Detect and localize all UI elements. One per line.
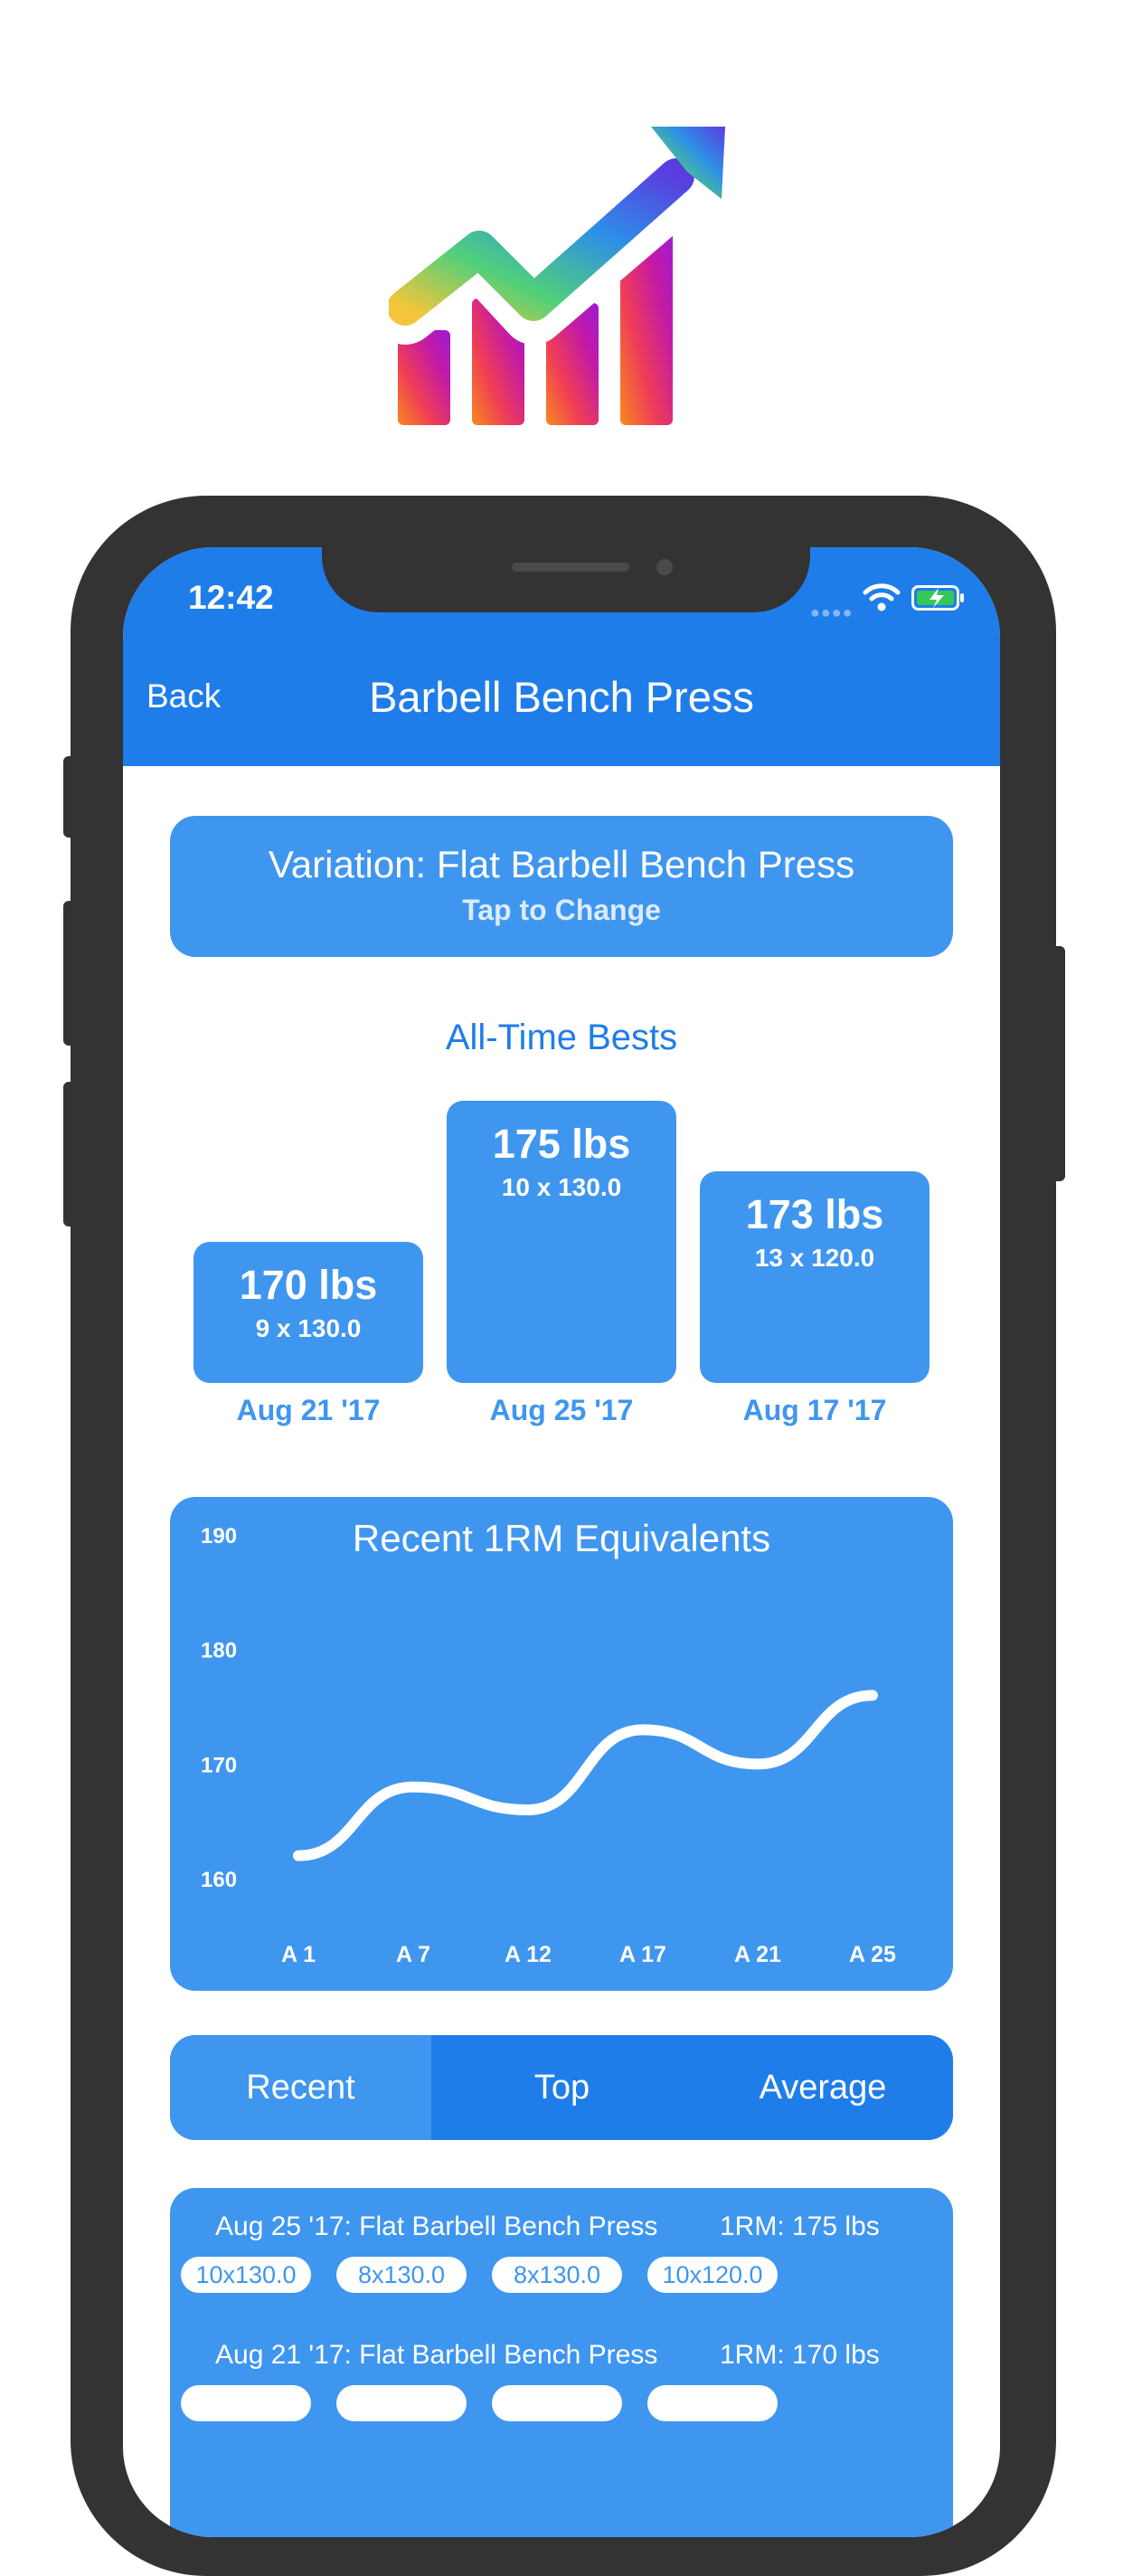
front-camera xyxy=(656,559,673,575)
all-time-bests-heading: All-Time Bests xyxy=(445,1018,678,1057)
set-chip xyxy=(647,2385,778,2421)
best-bar[interactable]: 170 lbs 9 x 130.0 xyxy=(193,1242,423,1383)
best-reps: 10 x 130.0 xyxy=(501,1173,622,1201)
one-rm-chart: Recent 1RM Equivalents 190 180 170 160 A 1 A … xyxy=(170,1497,953,1991)
best-reps: 9 x 130.0 xyxy=(255,1314,362,1342)
x-tick-label: A 12 xyxy=(505,1942,552,1967)
speaker-grille xyxy=(512,563,629,572)
best-date: Aug 17 '17 xyxy=(742,1394,887,1426)
history-entry-1rm: 1RM: 175 lbs xyxy=(720,2211,880,2241)
set-chip xyxy=(492,2385,622,2421)
chart-title: Recent 1RM Equivalents xyxy=(353,1517,770,1559)
tab-recent[interactable]: Recent xyxy=(170,2035,431,2140)
best-date: Aug 21 '17 xyxy=(236,1394,381,1426)
tab-top[interactable]: Top xyxy=(431,2035,693,2140)
y-tick-label: 170 xyxy=(201,1753,237,1777)
set-chip xyxy=(181,2385,311,2421)
variation-button[interactable]: Variation: Flat Barbell Bench Press Tap … xyxy=(170,816,953,957)
x-tick-label: A 21 xyxy=(734,1942,781,1967)
y-tick-label: 190 xyxy=(201,1524,237,1548)
best-bar[interactable]: 175 lbs 10 x 130.0 xyxy=(447,1101,676,1383)
history-entry-title: Aug 25 '17: Flat Barbell Bench Press xyxy=(215,2211,658,2241)
series-line xyxy=(293,1690,878,1861)
best-weight: 175 lbs xyxy=(492,1121,631,1167)
set-chip: 8x130.0 xyxy=(336,2257,467,2293)
set-chip: 10x130.0 xyxy=(181,2257,311,2293)
status-time: 12:42 xyxy=(188,579,274,616)
variation-title: Variation: Flat Barbell Bench Press xyxy=(268,843,855,886)
best-weight: 170 lbs xyxy=(239,1262,378,1308)
phone-screen: 12:42 ●●●● Back Barbell Bench Press Vari… xyxy=(123,547,1000,2537)
x-tick-label: A 1 xyxy=(281,1942,316,1967)
workout-history-list: Aug 25 '17: Flat Barbell Bench Press 1RM… xyxy=(170,2188,953,2537)
best-bar[interactable]: 173 lbs 13 x 120.0 xyxy=(700,1171,930,1383)
app-logo-icon xyxy=(389,127,725,425)
x-tick-label: A 7 xyxy=(396,1942,430,1967)
line-chart: Recent 1RM Equivalents 190 180 170 160 A 1 A … xyxy=(201,1517,896,1967)
x-tick-label: A 17 xyxy=(619,1942,666,1967)
best-date: Aug 25 '17 xyxy=(489,1394,634,1426)
set-chip xyxy=(336,2385,467,2421)
wifi-icon xyxy=(863,583,901,611)
x-tick-label: A 25 xyxy=(849,1942,896,1967)
y-tick-label: 160 xyxy=(201,1868,237,1892)
variation-subtitle: Tap to Change xyxy=(462,894,661,926)
segmented-control: Recent Top Average xyxy=(170,2035,953,2140)
history-entry-1rm: 1RM: 170 lbs xyxy=(720,2340,880,2370)
battery-charging-icon xyxy=(911,585,964,611)
notch xyxy=(322,547,810,612)
page-title: Barbell Bench Press xyxy=(369,673,754,721)
best-reps: 13 x 120.0 xyxy=(754,1244,875,1272)
set-chip: 8x130.0 xyxy=(492,2257,622,2293)
history-entry-title: Aug 21 '17: Flat Barbell Bench Press xyxy=(215,2340,658,2370)
best-weight: 173 lbs xyxy=(745,1191,884,1237)
cell-signal-icon: ●●●● xyxy=(810,603,854,621)
y-tick-label: 180 xyxy=(201,1639,237,1663)
tab-average[interactable]: Average xyxy=(693,2035,953,2140)
set-chip: 10x120.0 xyxy=(647,2257,778,2293)
